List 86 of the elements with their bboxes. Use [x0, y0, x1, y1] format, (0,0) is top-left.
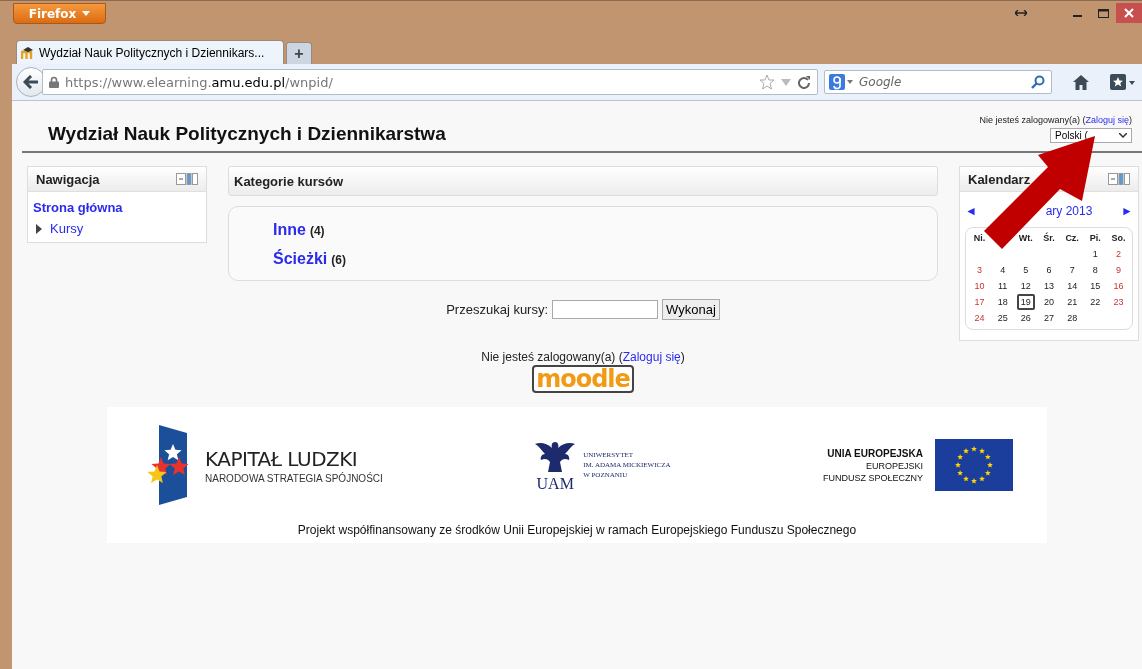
resize-icon [1015, 10, 1027, 16]
calendar-day[interactable]: 22 [1090, 297, 1101, 307]
eu-fund-line: FUNDUSZ SPOŁECZNY [822, 472, 923, 483]
calendar-day[interactable]: 23 [1113, 297, 1124, 307]
calendar-day[interactable]: 27 [1044, 313, 1054, 323]
site-title: Wydział Nauk Politycznych i Dziennikarstwa [48, 123, 446, 145]
eu-title: UNIA EUROPEJSKA [827, 447, 923, 459]
calendar-day[interactable]: 14 [1067, 281, 1078, 291]
maximize-icon [1097, 8, 1109, 18]
back-arrow-icon [23, 75, 39, 89]
calendar-day[interactable]: 16 [1113, 281, 1124, 291]
weekday-label: Śr. [1043, 233, 1055, 243]
calendar-day[interactable]: 11 [998, 281, 1008, 291]
block-title: Nawigacja [36, 171, 100, 187]
calendar-day[interactable]: 2 [1115, 249, 1121, 259]
chevron-icon [1119, 133, 1127, 138]
lock-icon [49, 76, 59, 88]
weekday-label: Pi. [1089, 233, 1101, 243]
login-link[interactable]: Zaloguj się [1085, 115, 1129, 125]
funding-caption: Projekt współfinansowany ze środków Unii Europejskiej w ramach Europejskiego Funduszu Społecznego [296, 523, 858, 537]
calendar-day[interactable]: 18 [997, 297, 1008, 307]
calendar-day[interactable]: 9 [1115, 265, 1121, 275]
logo-subtitle: NARODOWA STRATEGIA SPÓJNOŚCI [205, 472, 383, 484]
category-link[interactable]: Ścieżki [273, 250, 328, 268]
calendar-day[interactable]: 1 [1092, 249, 1098, 259]
weekday-label: Wt. [1018, 233, 1033, 243]
calendar-day[interactable]: 4 [1000, 265, 1006, 275]
calendar-day[interactable]: 8 [1092, 265, 1098, 275]
category-link[interactable]: Inne [273, 221, 306, 239]
course-search-field[interactable] [552, 300, 659, 319]
block-title: Kategorie kursów [234, 173, 344, 189]
bookmark-star-icon[interactable] [759, 74, 775, 90]
calendar-day[interactable]: 6 [1046, 265, 1052, 275]
calendar-day[interactable]: 15 [1090, 281, 1101, 291]
calendar-day[interactable]: 12 [1020, 281, 1031, 291]
search-button[interactable]: Wykonaj [662, 299, 720, 320]
previous-month-link[interactable]: ◄ [965, 204, 977, 218]
weekday-label: Cz. [1065, 233, 1079, 243]
new-tab-button[interactable]: + [286, 42, 312, 64]
login-notice: Nie jesteś zalogowany(a) (Zaloguj się) [481, 350, 685, 364]
login-notice: Nie jesteś zalogowany(a) (Zaloguj się) [979, 115, 1132, 125]
calendar-day[interactable]: 24 [974, 313, 985, 323]
weekday-label: So. [1111, 233, 1126, 243]
login-link[interactable]: Zaloguj się [622, 350, 681, 364]
reload-icon[interactable] [797, 75, 811, 89]
search-icon[interactable] [1031, 75, 1045, 89]
search-label: Przeszukaj kursy: [446, 302, 549, 317]
google-icon [829, 74, 853, 90]
caret-icon [82, 11, 91, 16]
calendar-day[interactable]: 10 [974, 281, 985, 291]
calendar-day[interactable]: 7 [1069, 265, 1075, 275]
expand-triangle-icon [36, 223, 42, 234]
url-text: https://www.elearning.amu.edu.pl/wnpid/ [65, 74, 334, 90]
calendar-day[interactable]: 25 [997, 313, 1008, 323]
calendar-day[interactable]: 3 [977, 265, 983, 275]
weekday-label: Ni. [973, 233, 986, 243]
calendar-day[interactable]: 21 [1067, 297, 1078, 307]
address-bar[interactable]: https://www.elearning.amu.edu.pl/wnpid/ [42, 69, 818, 95]
search-field[interactable]: Google [824, 70, 1052, 94]
minimize-icon [1072, 15, 1082, 17]
category-count: (4) [309, 224, 325, 238]
calendar-day[interactable]: 26 [1020, 313, 1031, 323]
home-icon[interactable] [1072, 74, 1090, 90]
university-mark: UAM [536, 476, 574, 492]
calendar-day[interactable]: 13 [1044, 281, 1054, 291]
calendar-day[interactable]: 20 [1044, 297, 1054, 307]
today-date[interactable]: 19 [1016, 294, 1035, 310]
nav-branch[interactable]: Kursy [33, 221, 201, 236]
dock-icon[interactable] [176, 173, 198, 185]
moodle-favicon-icon [21, 46, 35, 59]
logo-title: KAPITAŁ LUDZKI [205, 446, 358, 471]
calendar-day[interactable]: 28 [1067, 313, 1078, 323]
calendar-day[interactable]: 5 [1023, 265, 1029, 275]
nav-link[interactable]: Strona główna [33, 200, 201, 215]
category-count: (6) [331, 253, 346, 267]
eu-fund-line: EUROPEJSKI [865, 460, 923, 471]
calendar-day[interactable]: 17 [974, 297, 985, 307]
eu-flag-icon [935, 439, 1013, 491]
next-month-link[interactable]: ► [1121, 204, 1133, 218]
month-title[interactable]: ary 2013 [1045, 204, 1093, 218]
bookmarks-menu-icon[interactable] [1110, 74, 1136, 90]
close-button[interactable] [1116, 3, 1142, 23]
block-title: Kalendarz [968, 171, 1031, 187]
dock-icon[interactable] [1108, 173, 1130, 185]
close-icon [1124, 8, 1134, 18]
browser-tab[interactable]: Wydział Nauk Politycznych i Dziennikars... [16, 40, 284, 64]
